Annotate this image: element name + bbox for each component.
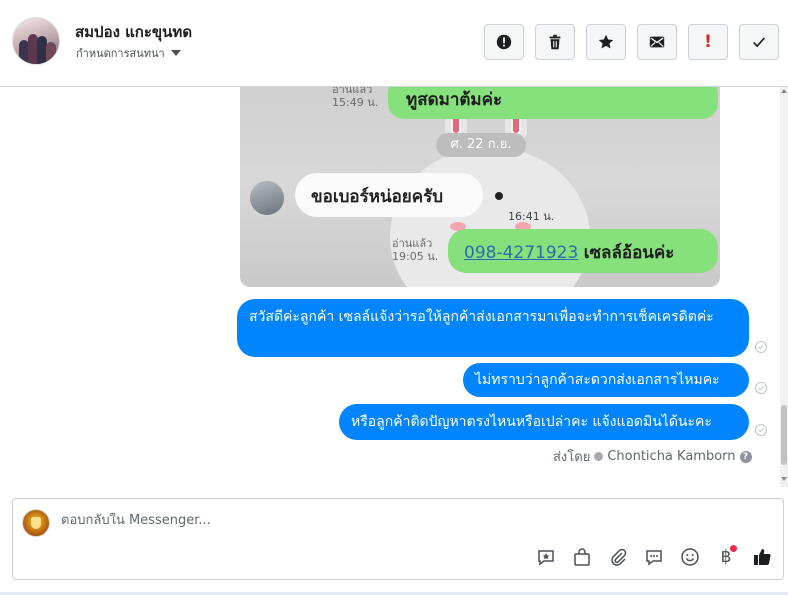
star-icon xyxy=(598,34,614,49)
bunny-eye xyxy=(495,192,503,200)
read-receipt-1: อ่านแล้ว 15:49 น. xyxy=(332,87,378,109)
check-icon xyxy=(753,37,766,48)
agent-status-icon xyxy=(594,452,604,461)
saved-reply-icon xyxy=(538,550,554,566)
chat-bubble-icon xyxy=(646,550,662,566)
done-button[interactable] xyxy=(739,24,779,60)
seen-check-icon xyxy=(755,341,767,353)
quick-reply-button[interactable] xyxy=(642,545,666,569)
thumbs-up-icon xyxy=(754,549,771,565)
read-label: อ่านแล้ว xyxy=(392,237,433,250)
seen-check-icon xyxy=(755,382,767,394)
header-actions: ! xyxy=(484,24,779,60)
read-time: 15:49 น. xyxy=(332,96,379,109)
line-bubble-green: ทูสดมาต้มค่ะ xyxy=(388,87,718,119)
assign-conversation-dropdown[interactable]: กำหนดการสนทนา xyxy=(76,44,181,62)
like-button[interactable] xyxy=(750,545,774,569)
customer-name[interactable]: สมปอง แกะขุนทด xyxy=(75,20,192,44)
caret-down-icon xyxy=(170,50,181,56)
customer-avatar[interactable] xyxy=(12,17,60,65)
shopping-bag-icon xyxy=(574,548,590,566)
sent-by-label: ส่งโดย xyxy=(553,450,591,465)
read-label: อ่านแล้ว xyxy=(332,87,373,96)
important-button[interactable]: ! xyxy=(688,24,728,60)
phone-link: 098-4271923 xyxy=(464,243,579,263)
sent-by-info: ส่งโดย Chonticha Kamborn ? xyxy=(553,446,752,467)
conversation-header: สมปอง แกะขุนทด กำหนดการสนทนา ! xyxy=(0,0,788,87)
saved-reply-button[interactable] xyxy=(534,545,558,569)
image-attachment[interactable]: อ่านแล้ว 15:49 น. ทูสดมาต้มค่ะ ศ. 22 ก.ย… xyxy=(240,87,720,287)
emoji-icon xyxy=(681,548,699,566)
scroll-thumb[interactable] xyxy=(781,405,787,465)
help-icon[interactable]: ? xyxy=(739,450,752,463)
paperclip-icon xyxy=(611,548,627,566)
line-time: 16:41 น. xyxy=(508,210,555,223)
mark-spam-button[interactable] xyxy=(484,24,524,60)
scroll-up-icon[interactable] xyxy=(781,89,787,93)
delete-button[interactable] xyxy=(535,24,575,60)
assign-label: กำหนดการสนทนา xyxy=(76,47,165,60)
read-time: 19:05 น. xyxy=(392,250,439,263)
emoji-button[interactable] xyxy=(678,545,702,569)
mark-unread-button[interactable] xyxy=(637,24,677,60)
message-thread[interactable]: อ่านแล้ว 15:49 น. ทูสดมาต้มค่ะ ศ. 22 ก.ย… xyxy=(0,87,780,487)
scrollbar[interactable] xyxy=(780,87,788,487)
trash-icon xyxy=(549,34,561,50)
shop-button[interactable] xyxy=(570,545,594,569)
envelope-icon xyxy=(649,36,665,48)
notification-dot xyxy=(730,545,737,552)
exclamation-circle-icon xyxy=(496,34,512,50)
payment-button[interactable]: ฿ xyxy=(714,545,738,569)
reply-input[interactable] xyxy=(61,513,661,528)
line-bubble-white: ขอเบอร์หน่อยครับ xyxy=(295,173,483,217)
attach-button[interactable] xyxy=(606,545,630,569)
line-bubble-phone: 098-4271923 เซลล์อ้อนค่ะ xyxy=(448,229,718,273)
seen-check-icon xyxy=(755,424,767,436)
composer-tools: ฿ xyxy=(534,545,774,569)
agent-name: Chonticha Kamborn xyxy=(607,449,736,464)
reply-composer: ฿ xyxy=(12,498,784,580)
page-avatar xyxy=(22,509,50,537)
date-separator: ศ. 22 ก.ย. xyxy=(436,133,526,157)
exclamation-icon: ! xyxy=(704,32,712,52)
scroll-down-icon[interactable] xyxy=(781,477,787,481)
outgoing-message[interactable]: สวัสดีค่ะลูกค้า เซลล์แจ้งว่ารอให้ลูกค้าส… xyxy=(237,299,749,357)
outgoing-message[interactable]: หรือลูกค้าติดปัญหาตรงไหนหรือเปล่าคะ แจ้ง… xyxy=(339,404,749,440)
line-user-avatar xyxy=(248,179,286,217)
phone-caption: เซลล์อ้อนค่ะ xyxy=(583,243,675,263)
read-receipt-2: อ่านแล้ว 19:05 น. xyxy=(392,237,438,263)
outgoing-message[interactable]: ไม่ทราบว่าลูกค้าสะดวกส่งเอกสารไหมคะ xyxy=(463,363,749,397)
star-button[interactable] xyxy=(586,24,626,60)
